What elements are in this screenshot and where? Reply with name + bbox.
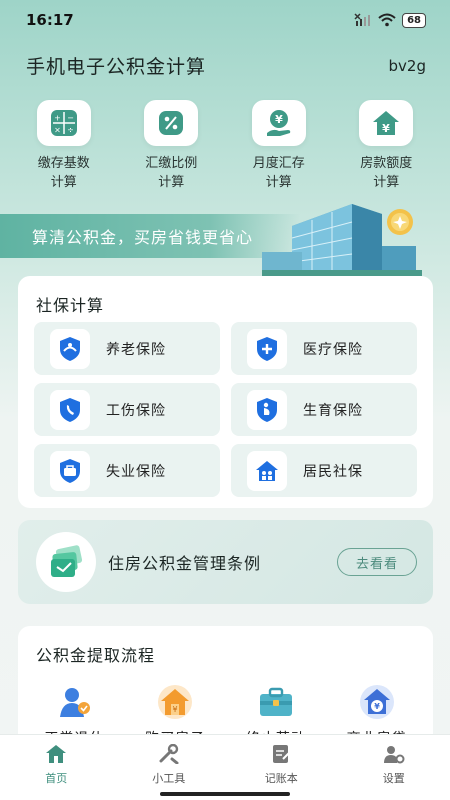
svg-text:−: −: [67, 114, 74, 123]
tools-icon: [157, 743, 181, 765]
regulation-title: 住房公积金管理条例: [108, 554, 262, 573]
document-stack-icon: [36, 532, 96, 592]
unemployment-icon: [50, 450, 90, 491]
medical-icon: [247, 328, 287, 369]
insurance-label: 工伤保险: [106, 402, 166, 419]
svg-text:¥: ¥: [173, 705, 178, 714]
insurance-label: 居民社保: [303, 463, 363, 480]
tab-label: 设置: [382, 772, 405, 785]
no-sim-icon: [354, 13, 371, 26]
wifi-icon: [378, 13, 396, 27]
svg-text:¥: ¥: [374, 702, 380, 711]
percent-icon: [144, 100, 199, 146]
svg-text:×: ×: [54, 126, 61, 135]
tool-label: 缴存基数 计算: [37, 156, 90, 190]
pension-icon: [50, 328, 90, 369]
regulation-card[interactable]: 住房公积金管理条例 去看看: [18, 520, 433, 604]
tool-label: 月度汇存 计算: [252, 156, 305, 190]
insurance-item-medical[interactable]: 医疗保险: [231, 322, 417, 375]
status-time: 16:17: [26, 11, 74, 29]
resident-icon: [247, 450, 287, 491]
slogan-text: 算清公积金，买房省钱更省心: [32, 228, 254, 247]
tool-house-calc[interactable]: ¥ 房款额度 计算: [336, 100, 436, 192]
tab-home[interactable]: 首页: [11, 743, 101, 800]
calculator-icon: + − × ÷: [36, 100, 91, 146]
injury-icon: [50, 389, 90, 430]
tool-label: 汇缴比例 计算: [145, 156, 198, 190]
tool-monthly-calc[interactable]: ¥ 月度汇存 计算: [229, 100, 329, 192]
tab-label: 首页: [45, 772, 68, 785]
insurance-item-injury[interactable]: 工伤保险: [34, 383, 220, 436]
section-title: 公积金提取流程: [36, 646, 156, 665]
section-title: 社保计算: [36, 296, 105, 315]
app-title: 手机电子公积金计算: [26, 56, 207, 78]
insurance-item-unemployment[interactable]: 失业保险: [34, 444, 220, 497]
yen-hand-icon: ¥: [251, 100, 306, 146]
loan-icon: ¥: [357, 682, 397, 722]
svg-text:+: +: [54, 114, 61, 123]
quick-tools-row: + − × ÷ 缴存基数 计算 汇缴比例 计算 ¥ 月度汇存 计算 ¥ 房款额度…: [10, 100, 440, 192]
buy-house-icon: ¥: [155, 682, 195, 722]
building-illustration: [262, 204, 422, 276]
tool-label: 房款额度 计算: [360, 156, 413, 190]
tab-label: 小工具: [152, 772, 186, 785]
tab-settings[interactable]: 设置: [349, 743, 439, 800]
insurance-item-maternity[interactable]: 生育保险: [231, 383, 417, 436]
insurance-label: 医疗保险: [303, 341, 363, 358]
settings-icon: [382, 743, 406, 765]
battery-indicator: 68: [402, 12, 426, 28]
insurance-label: 养老保险: [106, 341, 166, 358]
svg-text:¥: ¥: [382, 122, 390, 135]
svg-text:÷: ÷: [67, 126, 74, 135]
app-code: bv2g: [388, 56, 426, 75]
status-bar: 16:17 68: [0, 0, 450, 40]
insurance-item-pension[interactable]: 养老保险: [34, 322, 220, 375]
insurance-item-resident[interactable]: 居民社保: [231, 444, 417, 497]
tool-ratio-calc[interactable]: 汇缴比例 计算: [121, 100, 221, 192]
maternity-icon: [247, 389, 287, 430]
tab-label: 记账本: [264, 772, 298, 785]
retire-icon: [54, 682, 94, 722]
home-icon: [44, 743, 68, 765]
terminate-icon: [256, 682, 296, 722]
house-yen-icon: ¥: [359, 100, 414, 146]
tool-base-calc[interactable]: + − × ÷ 缴存基数 计算: [14, 100, 114, 192]
notebook-icon: [269, 743, 293, 765]
insurance-grid: 养老保险 医疗保险 工伤保险 生育保险 失业保险 居民社保: [34, 322, 417, 497]
view-regulation-button[interactable]: 去看看: [337, 548, 417, 576]
app-header: 手机电子公积金计算 bv2g: [26, 52, 426, 79]
home-indicator: [160, 792, 290, 796]
insurance-label: 失业保险: [106, 463, 166, 480]
social-insurance-card: 社保计算 养老保险 医疗保险 工伤保险 生育保险 失业保险 居民社保: [18, 276, 433, 508]
bottom-tab-bar: 首页 小工具 记账本 设置: [0, 734, 450, 800]
slogan-banner: 算清公积金，买房省钱更省心: [0, 214, 300, 258]
insurance-label: 生育保险: [303, 402, 363, 419]
status-icons: 68: [354, 12, 426, 28]
svg-text:¥: ¥: [275, 113, 283, 126]
